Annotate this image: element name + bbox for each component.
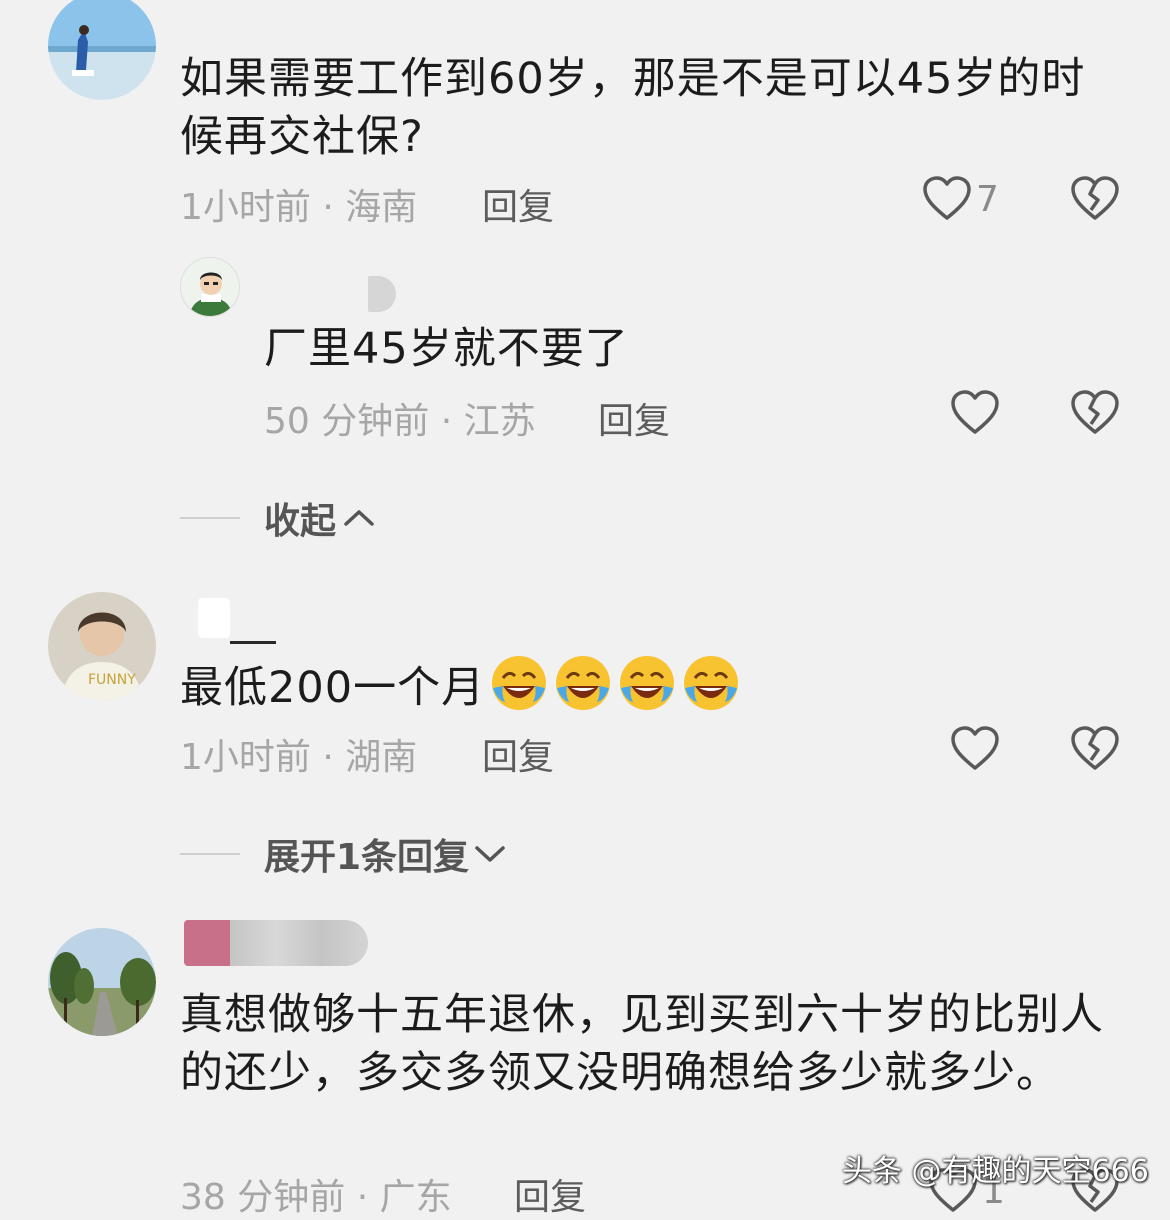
username-blurred — [198, 598, 230, 638]
comment-text: 真想做够十五年退休，见到买到六十岁的比别人的还少，多交多领又没明确想给多少就多少… — [180, 990, 1104, 1098]
comment-text: 厂里45岁就不要了 — [264, 324, 629, 374]
comment-meta: 1小时前 · 海南 — [180, 187, 418, 228]
divider-line — [180, 853, 240, 855]
watermark: 头条 @有趣的天空666 — [842, 1154, 1149, 1189]
like-button[interactable] — [950, 726, 1000, 772]
broken-heart-icon — [1071, 390, 1119, 434]
heart-outline-icon — [951, 390, 999, 434]
like-count: 7 — [976, 178, 999, 220]
dislike-button[interactable] — [1070, 390, 1120, 440]
avatar[interactable] — [48, 928, 156, 1036]
svg-text:FUNNY: FUNNY — [88, 672, 136, 688]
avatar[interactable] — [180, 257, 240, 317]
chevron-up-icon — [344, 510, 374, 526]
laughing-emoji — [681, 654, 741, 727]
divider-line — [180, 517, 240, 519]
heart-outline-icon — [951, 726, 999, 770]
laughing-emoji — [617, 654, 677, 727]
heart-outline-icon — [923, 176, 971, 220]
like-button[interactable]: 7 — [922, 176, 999, 222]
reply-button[interactable]: 回复 — [514, 1168, 586, 1220]
reply-button[interactable]: 回复 — [598, 392, 670, 444]
dislike-button[interactable] — [1070, 176, 1120, 226]
username-blurred — [184, 920, 368, 966]
broken-heart-icon — [1071, 176, 1119, 220]
reply-button[interactable]: 回复 — [482, 178, 554, 230]
comment-text-content: 最低200一个月 — [180, 663, 486, 713]
laughing-emoji — [553, 654, 613, 727]
reply-button[interactable]: 回复 — [482, 728, 554, 780]
comment-text: 最低200一个月 — [180, 654, 1140, 727]
expand-replies-button[interactable]: 展开1条回复 — [180, 828, 507, 880]
like-button[interactable] — [950, 390, 1000, 436]
broken-heart-icon — [1071, 726, 1119, 770]
comment-meta: 1小时前 · 湖南 — [180, 737, 418, 778]
laughing-emoji — [489, 654, 549, 727]
collapse-label: 收起 — [264, 501, 337, 542]
expand-label: 展开1条回复 — [264, 837, 470, 878]
username-blurred — [230, 641, 276, 644]
comment-meta: 38 分钟前 · 广东 — [180, 1177, 452, 1218]
collapse-replies-button[interactable]: 收起 — [180, 492, 376, 544]
chevron-down-icon — [475, 846, 505, 862]
avatar[interactable] — [48, 0, 156, 100]
username-blurred — [368, 276, 396, 312]
avatar[interactable]: FUNNY — [48, 592, 156, 700]
comment-meta: 50 分钟前 · 江苏 — [264, 401, 536, 442]
dislike-button[interactable] — [1070, 726, 1120, 776]
comment-text: 如果需要工作到60岁，那是不是可以45岁的时候再交社保? — [180, 54, 1086, 162]
